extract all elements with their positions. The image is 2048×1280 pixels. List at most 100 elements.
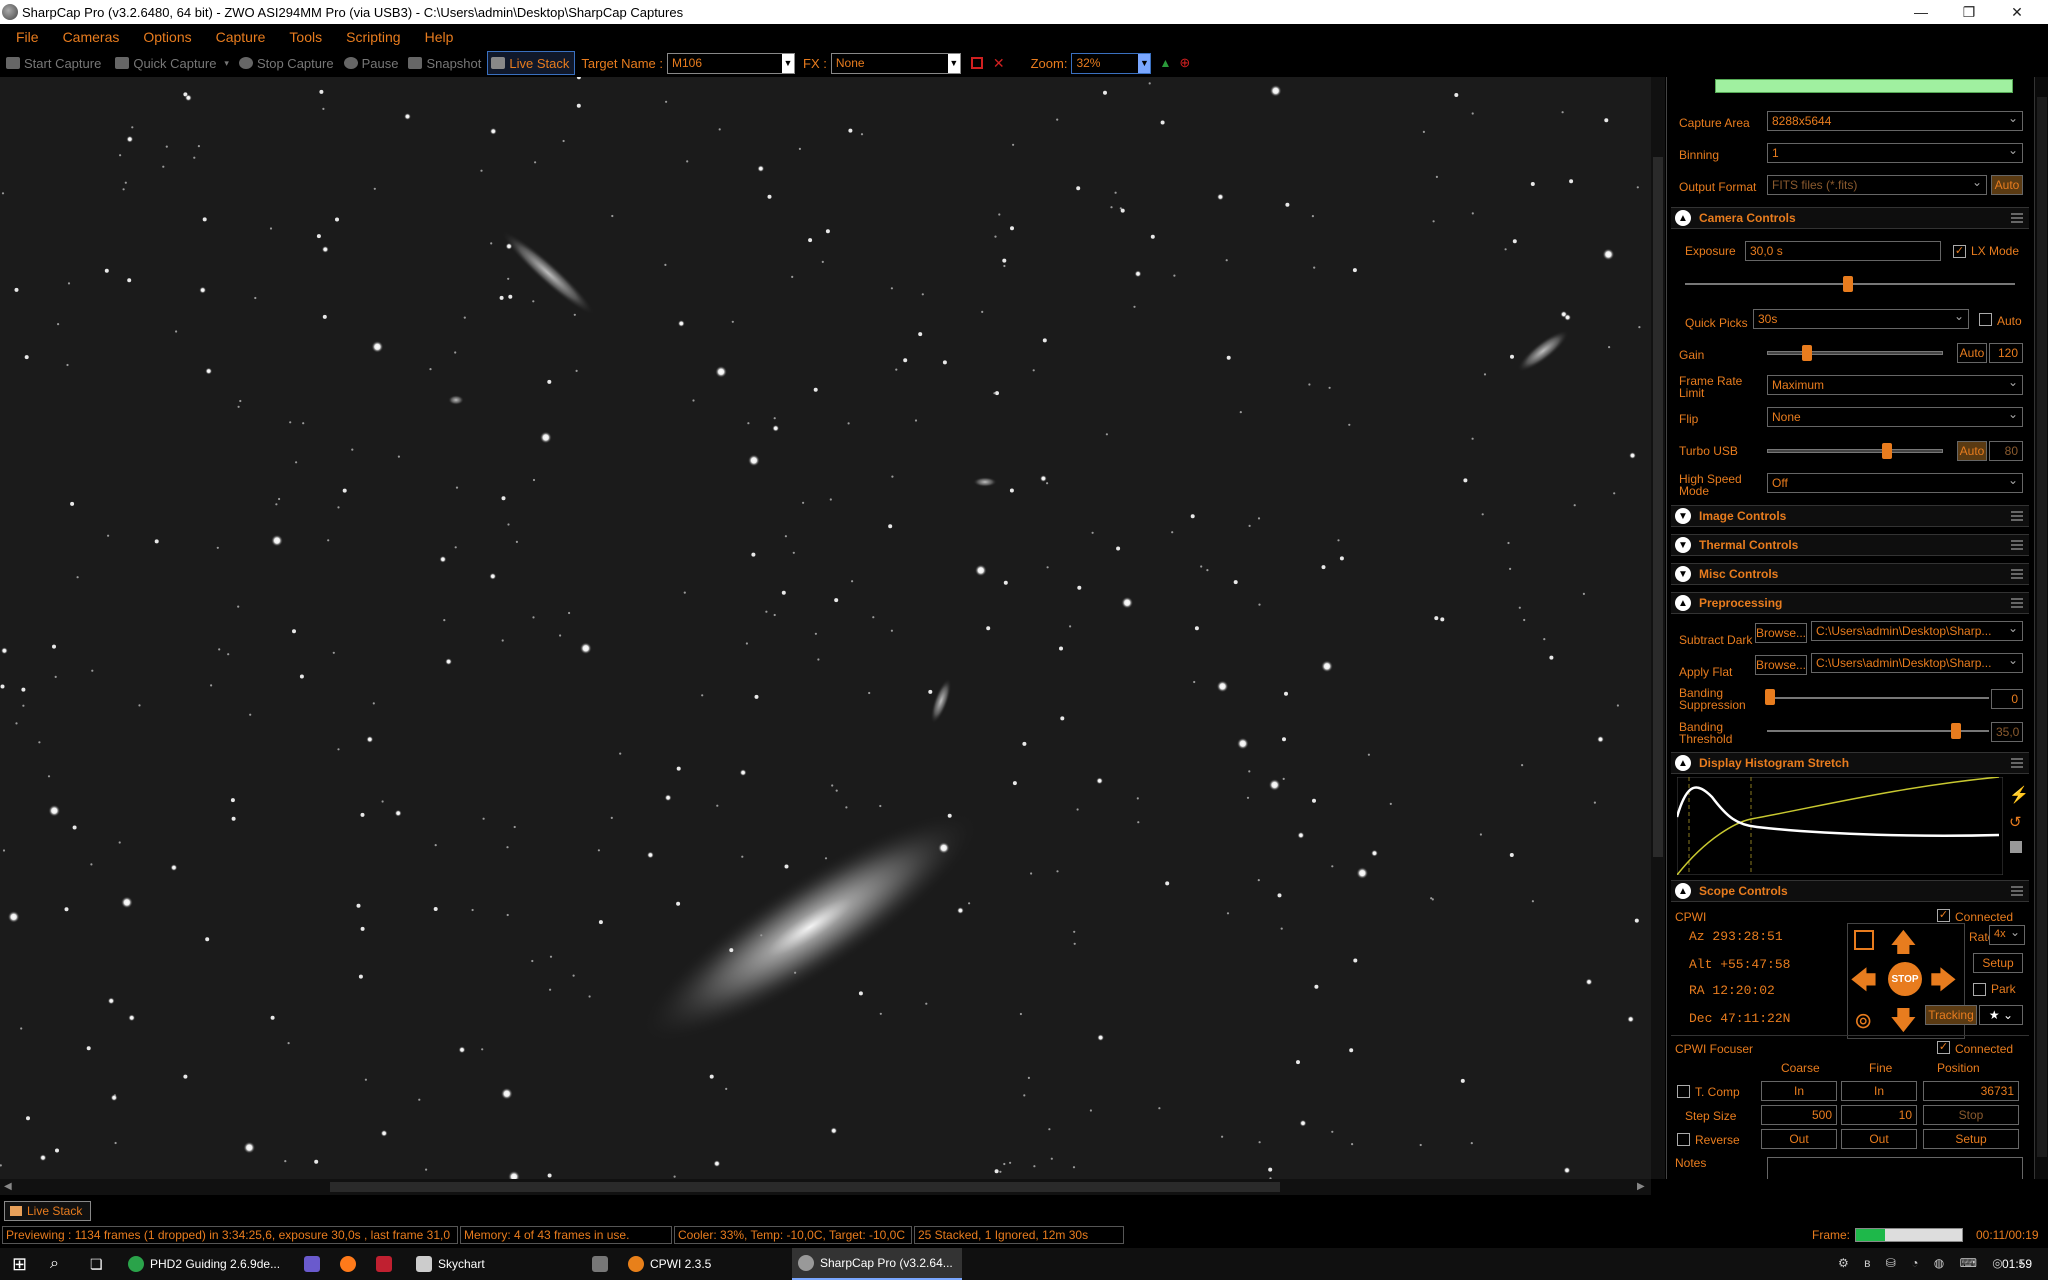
close-button[interactable]: ✕ <box>1994 0 2040 24</box>
scroll-thumb[interactable] <box>2037 97 2047 1157</box>
image-controls-header[interactable]: ▼ Image Controls <box>1671 505 2029 527</box>
chevron-down-icon[interactable]: ▼ <box>947 53 960 73</box>
turbo-auto-button[interactable]: Auto <box>1957 441 1987 461</box>
taskbar-sharpcap[interactable]: SharpCap Pro (v3.2.64... <box>792 1248 962 1280</box>
taskbar-asi[interactable] <box>370 1248 404 1280</box>
menu-icon[interactable] <box>2011 569 2023 579</box>
menu-tools[interactable]: Tools <box>289 29 322 45</box>
coarse-out-button[interactable]: Out <box>1761 1129 1837 1149</box>
rate-select[interactable]: 4x <box>1989 925 2025 945</box>
gain-slider-knob[interactable] <box>1802 345 1812 361</box>
menu-scripting[interactable]: Scripting <box>346 29 400 45</box>
live-stack-tab[interactable]: Live Stack <box>4 1201 92 1221</box>
histogram-header[interactable]: ▲ Display Histogram Stretch <box>1671 752 2029 774</box>
target-name-field[interactable]: M106 ▼ <box>667 52 796 74</box>
thermal-controls-header[interactable]: ▼ Thermal Controls <box>1671 534 2029 556</box>
minimize-button[interactable]: — <box>1898 0 1944 24</box>
scroll-right-icon[interactable]: ▶ <box>1637 1181 1645 1192</box>
menu-cameras[interactable]: Cameras <box>63 29 120 45</box>
taskbar-app[interactable] <box>298 1248 332 1280</box>
menu-icon[interactable] <box>2011 598 2023 608</box>
clock[interactable]: 01:59 <box>2002 1257 2032 1271</box>
scroll-thumb[interactable] <box>330 1182 1280 1192</box>
high-speed-select[interactable]: Off <box>1767 473 2023 493</box>
fine-out-button[interactable]: Out <box>1841 1129 1917 1149</box>
windows-start-button[interactable]: ⊞ <box>6 1248 33 1280</box>
binning-select[interactable]: 1 <box>1767 143 2023 163</box>
menu-icon[interactable] <box>2011 540 2023 550</box>
misc-controls-header[interactable]: ▼ Misc Controls <box>1671 563 2029 585</box>
preprocessing-header[interactable]: ▲ Preprocessing <box>1671 592 2029 614</box>
output-format-select[interactable]: FITS files (*.fits) <box>1767 175 1987 195</box>
quick-capture-button[interactable]: Quick Capture ▾ <box>115 51 229 75</box>
browse-flat-button[interactable]: Browse... <box>1755 655 1807 675</box>
lx-mode-checkbox[interactable]: ✓ <box>1953 245 1966 258</box>
quick-picks-select[interactable]: 30s <box>1753 309 1969 329</box>
spiral-search-icon[interactable] <box>1854 930 1874 950</box>
menu-icon[interactable] <box>2011 213 2023 223</box>
search-button[interactable]: ⌕ <box>44 1248 65 1280</box>
menu-icon[interactable] <box>2011 511 2023 521</box>
reticule-icon[interactable]: ✕ <box>993 55 1005 72</box>
turbo-usb-slider[interactable] <box>1767 449 1943 453</box>
chevron-down-icon[interactable]: ▼ <box>1138 53 1151 73</box>
scope-connected-checkbox[interactable]: ✓ <box>1937 909 1950 922</box>
capture-area-select[interactable]: 8288x5644 <box>1767 111 2023 131</box>
taskbar-star-app[interactable] <box>586 1248 620 1280</box>
output-auto-button[interactable]: Auto <box>1991 175 2023 195</box>
fx-select[interactable]: None ▼ <box>830 52 961 74</box>
fine-step-input[interactable]: 10 <box>1841 1105 1917 1125</box>
scope-setup-button[interactable]: Setup <box>1973 953 2023 973</box>
browse-dark-button[interactable]: Browse... <box>1755 623 1807 643</box>
gain-value[interactable]: 120 <box>1989 343 2023 363</box>
focuser-setup-button[interactable]: Setup <box>1923 1129 2019 1149</box>
tcomp-checkbox[interactable] <box>1677 1085 1690 1098</box>
taskbar-cpwi[interactable]: CPWI 2.3.5 <box>622 1248 717 1280</box>
camera-controls-header[interactable]: ▲ Camera Controls <box>1671 207 2029 229</box>
scroll-thumb[interactable] <box>1653 157 1663 857</box>
park-checkbox[interactable] <box>1973 983 1986 996</box>
reset-icon[interactable]: ↺ <box>2009 813 2022 831</box>
stop-button[interactable]: STOP <box>1888 962 1922 996</box>
reverse-checkbox[interactable] <box>1677 1133 1690 1146</box>
banding-threshold-knob[interactable] <box>1951 723 1961 739</box>
snapshot-button[interactable]: Snapshot <box>408 51 481 75</box>
gain-slider[interactable] <box>1767 351 1943 355</box>
histogram-icon[interactable]: ▲ <box>1159 56 1171 70</box>
focuser-stop-button[interactable]: Stop <box>1923 1105 2019 1125</box>
auto-stretch-icon[interactable]: ⚡ <box>2009 785 2029 805</box>
restore-button[interactable]: ❐ <box>1946 0 1992 24</box>
task-view-button[interactable]: ❏ <box>84 1248 109 1280</box>
arrow-right-icon[interactable]: 🡆 <box>1930 962 1957 1006</box>
banding-suppression-knob[interactable] <box>1765 689 1775 705</box>
coarse-in-button[interactable]: In <box>1761 1081 1837 1101</box>
image-horizontal-scrollbar[interactable]: ◀ ▶ <box>0 1179 1651 1195</box>
target-icon[interactable]: ⊚ <box>1854 1008 1872 1034</box>
menu-icon[interactable] <box>2011 886 2023 896</box>
menu-file[interactable]: File <box>16 29 39 45</box>
zoom-select[interactable]: 32% ▼ <box>1071 52 1152 74</box>
coarse-step-input[interactable]: 500 <box>1761 1105 1837 1125</box>
focuser-connected-checkbox[interactable]: ✓ <box>1937 1041 1950 1054</box>
arrow-left-icon[interactable]: 🡄 <box>1850 962 1877 1006</box>
turbo-usb-slider-knob[interactable] <box>1882 443 1892 459</box>
flat-path-select[interactable]: C:\Users\admin\Desktop\Sharp... <box>1811 653 2023 673</box>
flip-select[interactable]: None <box>1767 407 2023 427</box>
scroll-left-icon[interactable]: ◀ <box>4 1181 12 1192</box>
selection-area-icon[interactable] <box>970 57 983 69</box>
chevron-down-icon[interactable]: ▼ <box>782 53 795 73</box>
gain-auto-button[interactable]: Auto <box>1957 343 1987 363</box>
live-image-view[interactable] <box>0 77 1651 1179</box>
star-menu-button[interactable]: ★ ⌄ <box>1979 1005 2023 1025</box>
turbo-value[interactable]: 80 <box>1989 441 2023 461</box>
menu-icon[interactable] <box>2011 758 2023 768</box>
zoom-search-icon[interactable]: ⊕ <box>1179 55 1190 71</box>
banding-suppression-slider[interactable] <box>1767 697 1989 699</box>
save-icon[interactable] <box>2010 841 2022 853</box>
taskbar-firefox[interactable] <box>334 1248 368 1280</box>
fine-in-button[interactable]: In <box>1841 1081 1917 1101</box>
taskbar-skychart[interactable]: Skychart <box>410 1248 491 1280</box>
live-stack-button[interactable]: Live Stack <box>487 51 576 75</box>
exposure-input[interactable]: 30,0 s <box>1745 241 1941 261</box>
exposure-slider-knob[interactable] <box>1843 276 1853 292</box>
